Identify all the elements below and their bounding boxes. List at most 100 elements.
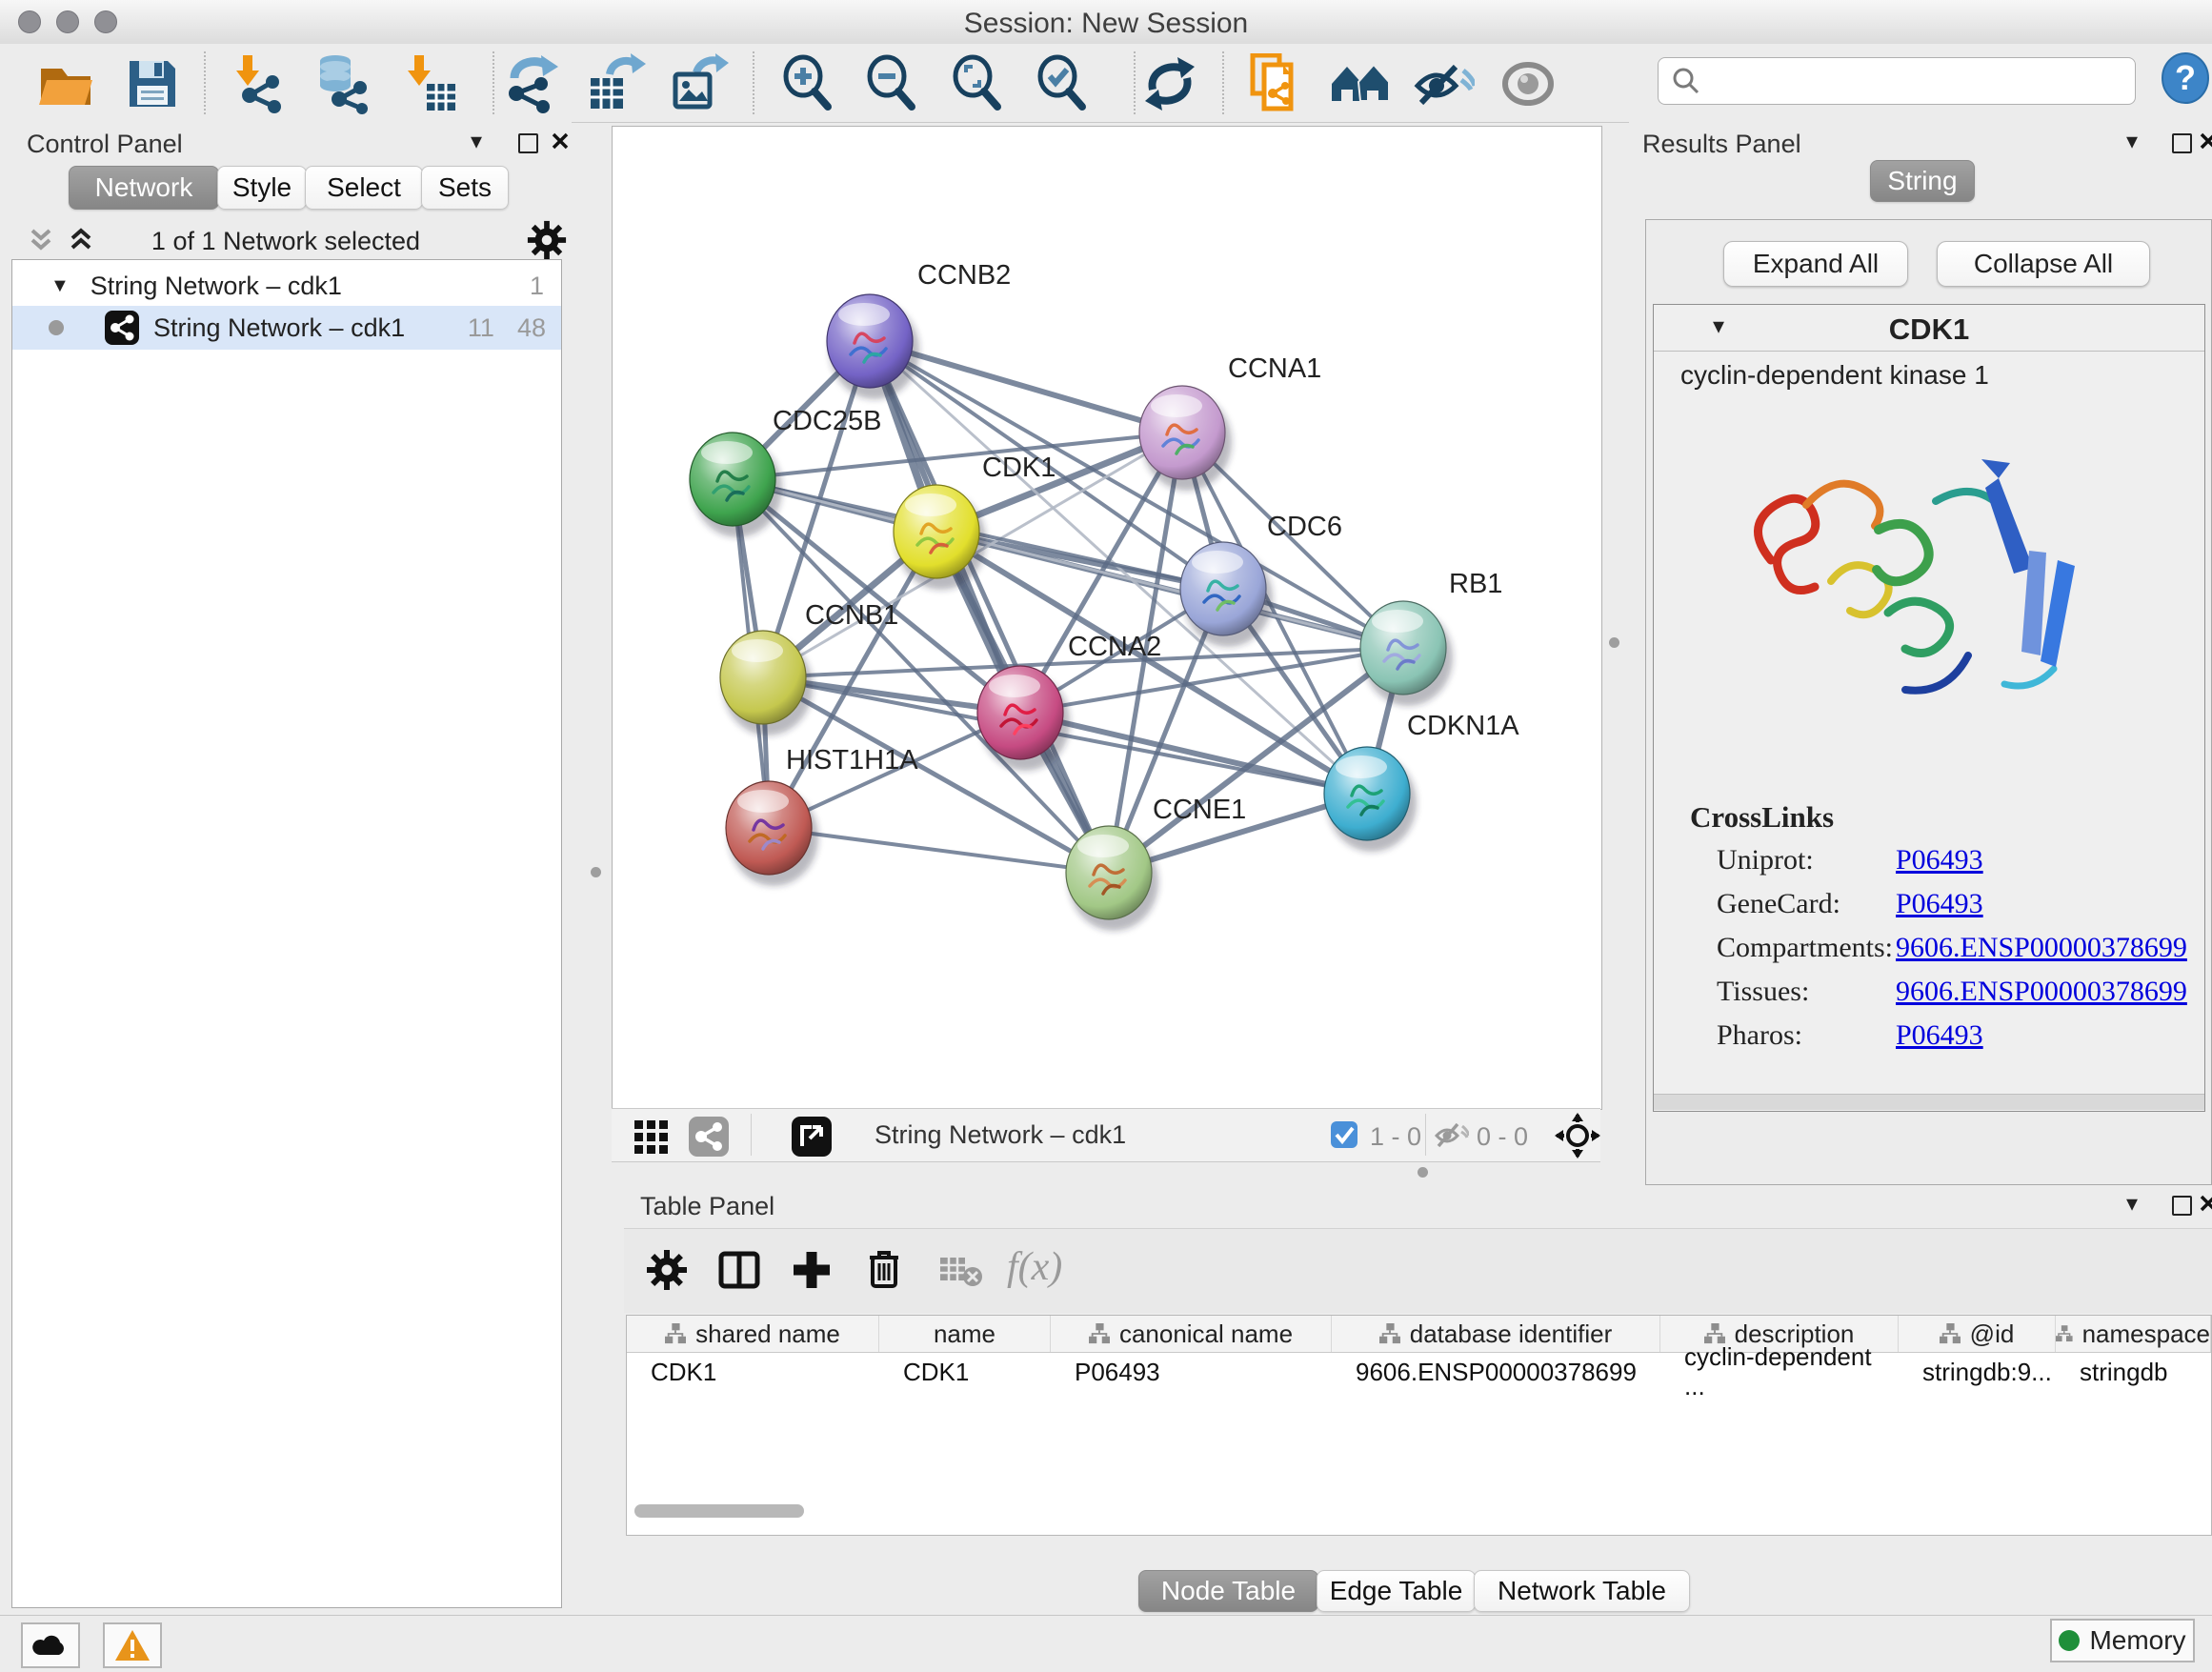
crosslink-label: Compartments:: [1717, 932, 1893, 964]
table-panel-close-icon[interactable]: [2199, 1194, 2212, 1218]
table-cell[interactable]: cyclin-dependent ...: [1660, 1353, 1899, 1391]
cdk1-section-header[interactable]: ▾ CDK1: [1654, 305, 2204, 352]
zoom-out-icon[interactable]: [862, 53, 923, 114]
add-column-icon[interactable]: [790, 1248, 834, 1297]
results-panel-close-icon[interactable]: [2199, 131, 2212, 155]
network-node-CCNA1[interactable]: [1139, 386, 1232, 491]
delete-table-icon[interactable]: [938, 1254, 982, 1293]
tab-style[interactable]: Style: [217, 166, 307, 210]
control-panel-menu-icon[interactable]: ▾: [471, 128, 482, 155]
export-image-icon[interactable]: [668, 53, 729, 114]
import-table-from-file-icon[interactable]: [400, 53, 461, 114]
zoom-fit-icon[interactable]: [948, 53, 1009, 114]
table-cell[interactable]: stringdb:9...: [1899, 1353, 2056, 1391]
results-panel-menu-icon[interactable]: ▾: [2126, 128, 2138, 155]
tab-sets[interactable]: Sets: [421, 166, 509, 210]
hide-selected-eye-icon[interactable]: [1414, 53, 1475, 114]
memory-button[interactable]: Memory: [2050, 1619, 2195, 1662]
network-node-CCNA2[interactable]: [977, 666, 1070, 771]
table-cell[interactable]: CDK1: [879, 1353, 1051, 1391]
network-node-RB1[interactable]: [1360, 601, 1453, 706]
warning-status-button[interactable]: [103, 1622, 162, 1668]
network-node-CCNB2[interactable]: [827, 294, 919, 399]
delete-column-trash-icon[interactable]: [862, 1246, 906, 1295]
tab-string[interactable]: String: [1870, 160, 1975, 202]
network-graph[interactable]: CCNB2CCNA1CDC25BCDK1CDC6RB1CCNB1CCNA2CDK…: [613, 127, 1601, 1109]
network-canvas[interactable]: CCNB2CCNA1CDC25BCDK1CDC6RB1CCNB1CCNA2CDK…: [612, 126, 1602, 1110]
clone-network-icon[interactable]: [1243, 53, 1304, 114]
crosslink-pharos-link[interactable]: P06493: [1896, 1019, 1983, 1052]
function-builder-icon[interactable]: f(x): [1007, 1244, 1062, 1290]
refresh-layout-icon[interactable]: [1139, 53, 1200, 114]
help-button[interactable]: ?: [2159, 51, 2212, 110]
column-header--id[interactable]: @id: [1899, 1316, 2056, 1352]
collection-expander-icon[interactable]: ▼: [50, 275, 70, 297]
table-horizontal-scrollbar[interactable]: [634, 1504, 804, 1518]
network-node-CDK1[interactable]: [894, 485, 986, 590]
selected-checkbox-icon[interactable]: [1330, 1120, 1358, 1154]
network-node-CDC6[interactable]: [1180, 542, 1273, 647]
bottom-splitter-handle[interactable]: [1418, 1167, 1428, 1178]
save-session-icon[interactable]: [122, 53, 183, 114]
table-cell[interactable]: P06493: [1051, 1353, 1332, 1391]
column-header-database-identifier[interactable]: database identifier: [1332, 1316, 1660, 1352]
network-edge[interactable]: [870, 341, 1109, 873]
show-columns-icon[interactable]: [717, 1248, 761, 1297]
table-gear-icon[interactable]: [645, 1248, 689, 1297]
export-network-to-file-icon[interactable]: [501, 53, 562, 114]
import-network-from-database-icon[interactable]: [312, 53, 373, 114]
tab-edge-table[interactable]: Edge Table: [1317, 1570, 1476, 1612]
cdk1-panel-scrollbar[interactable]: [1654, 1094, 2204, 1110]
tab-node-table[interactable]: Node Table: [1138, 1570, 1318, 1612]
grid-view-icon[interactable]: [633, 1118, 671, 1161]
import-network-from-file-icon[interactable]: [229, 53, 290, 114]
network-share-view-icon[interactable]: [688, 1116, 730, 1162]
tab-network-table[interactable]: Network Table: [1474, 1570, 1690, 1612]
search-field[interactable]: [1658, 57, 2136, 105]
table-row[interactable]: CDK1CDK1P064939606.ENSP00000378699cyclin…: [627, 1353, 2211, 1391]
crosslink-uniprot-link[interactable]: P06493: [1896, 844, 1983, 876]
crosslink-compartments-link[interactable]: 9606.ENSP00000378699: [1896, 932, 2187, 964]
table-cell[interactable]: stringdb: [2056, 1353, 2211, 1391]
table-panel: Table Panel ▾ f(x) shared namenamecanoni…: [624, 1186, 2212, 1615]
network-node-CDC25B[interactable]: [690, 433, 782, 537]
open-session-icon[interactable]: [35, 53, 96, 114]
right-splitter-handle[interactable]: [1609, 637, 1619, 648]
network-node-CDKN1A[interactable]: [1324, 747, 1417, 852]
expand-all-button[interactable]: Expand All: [1723, 241, 1908, 287]
network-node-CCNE1[interactable]: [1066, 826, 1158, 931]
column-header-name[interactable]: name: [879, 1316, 1051, 1352]
network-edge[interactable]: [1020, 713, 1367, 794]
network-edge[interactable]: [769, 828, 1109, 873]
network-collection-row[interactable]: ▼ String Network – cdk1 1: [12, 266, 561, 306]
table-panel-menu-icon[interactable]: ▾: [2126, 1190, 2138, 1218]
crosslink-genecard-link[interactable]: P06493: [1896, 888, 1983, 920]
node-label: CCNB2: [917, 260, 1011, 291]
search-input[interactable]: [1710, 66, 2135, 97]
current-network-title: String Network – cdk1: [875, 1120, 1126, 1150]
control-panel-float-icon[interactable]: [518, 133, 538, 153]
left-splitter-handle[interactable]: [591, 867, 601, 877]
zoom-selected-icon[interactable]: [1033, 53, 1094, 114]
first-neighbors-houses-icon[interactable]: [1330, 53, 1391, 114]
column-header-namespace[interactable]: namespace: [2056, 1316, 2211, 1352]
zoom-in-icon[interactable]: [778, 53, 839, 114]
cloud-status-button[interactable]: [21, 1622, 80, 1668]
table-cell[interactable]: 9606.ENSP00000378699: [1332, 1353, 1660, 1391]
crosslink-tissues-link[interactable]: 9606.ENSP00000378699: [1896, 976, 2187, 1008]
results-panel-float-icon[interactable]: [2172, 133, 2192, 153]
table-panel-float-icon[interactable]: [2172, 1196, 2192, 1216]
column-header-canonical-name[interactable]: canonical name: [1051, 1316, 1332, 1352]
show-all-eye-icon[interactable]: [1499, 53, 1560, 114]
column-header-shared-name[interactable]: shared name: [627, 1316, 879, 1352]
export-table-to-file-icon[interactable]: [585, 53, 646, 114]
detach-view-icon[interactable]: [791, 1116, 833, 1162]
network-node-HIST1H1A[interactable]: [726, 781, 818, 886]
tab-select[interactable]: Select: [305, 166, 423, 210]
network-row-selected[interactable]: String Network – cdk1 11 48: [12, 306, 561, 350]
collapse-all-button[interactable]: Collapse All: [1937, 241, 2150, 287]
tab-network[interactable]: Network: [69, 166, 219, 210]
table-cell[interactable]: CDK1: [627, 1353, 879, 1391]
birdseye-navigator-icon[interactable]: [1555, 1113, 1600, 1163]
control-panel-close-icon[interactable]: [551, 131, 570, 155]
